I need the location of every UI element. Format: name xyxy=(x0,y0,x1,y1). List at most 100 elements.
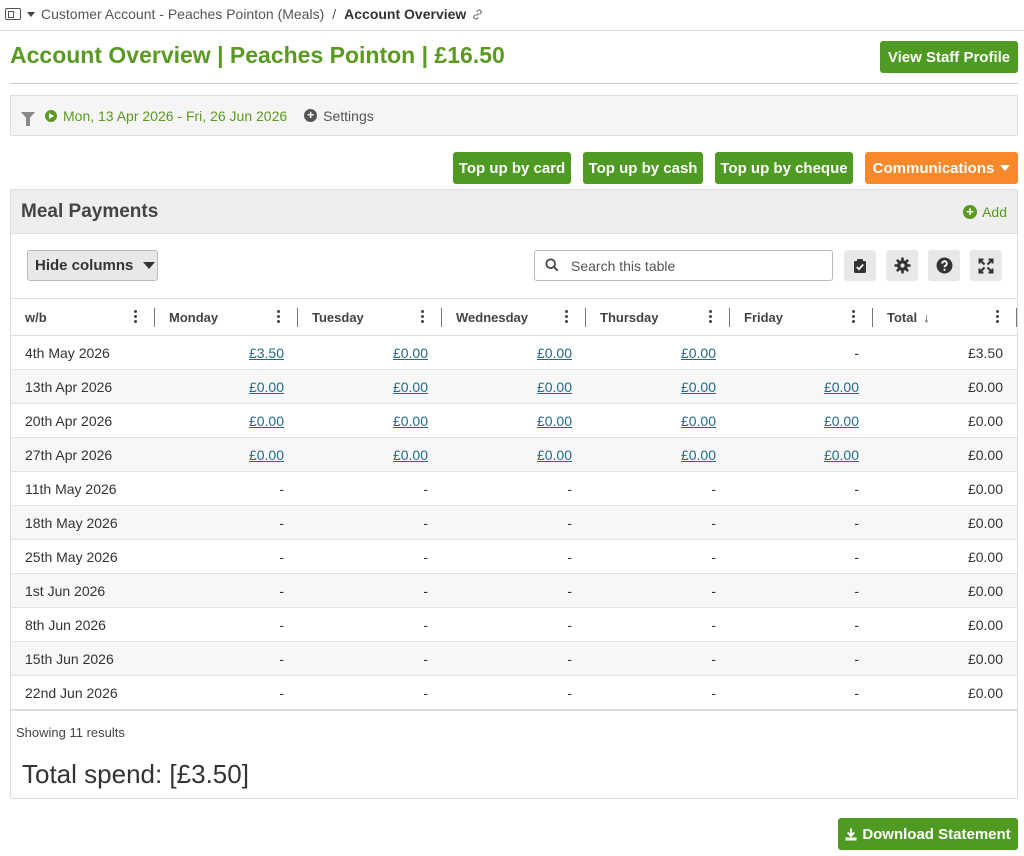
column-menu-icon[interactable] xyxy=(134,310,137,323)
amount-link[interactable]: £0.00 xyxy=(824,447,859,463)
week-cell: 20th Apr 2026 xyxy=(11,403,155,438)
amount-cell: £3.50 xyxy=(873,335,1017,370)
amount-link[interactable]: £0.00 xyxy=(393,413,428,429)
amount-cell: - xyxy=(586,573,730,608)
column-header-tuesday[interactable]: Tuesday xyxy=(298,298,442,336)
amount-cell: - xyxy=(155,607,298,642)
amount-cell: - xyxy=(730,573,873,608)
amount-cell: £0.00 xyxy=(873,641,1017,676)
table-row: 18th May 2026- - - - - £0.00 xyxy=(11,505,1017,540)
breadcrumb-parent[interactable]: Customer Account - Peaches Pointon (Meal… xyxy=(41,6,324,22)
amount-link[interactable]: £0.00 xyxy=(249,413,284,429)
amount-cell: £0.00 xyxy=(298,403,442,438)
amount-cell: - xyxy=(298,573,442,608)
amount-link[interactable]: £0.00 xyxy=(393,345,428,361)
amount-cell: - xyxy=(155,641,298,676)
column-divider[interactable] xyxy=(1016,308,1017,327)
link-icon[interactable] xyxy=(471,8,484,21)
amount-link[interactable]: £0.00 xyxy=(681,413,716,429)
column-menu-icon[interactable] xyxy=(277,310,280,323)
top-up-cheque-button[interactable]: Top up by cheque xyxy=(715,152,853,184)
expand-icon xyxy=(978,258,994,273)
amount-cell: - xyxy=(442,471,586,506)
column-header-label: Monday xyxy=(169,309,219,325)
column-header-monday[interactable]: Monday xyxy=(155,298,298,336)
amount-cell: £3.50 xyxy=(155,335,298,370)
amount-cell: £0.00 xyxy=(873,675,1017,710)
column-header-label: w/b xyxy=(25,309,47,325)
search-input[interactable]: Search this table xyxy=(534,250,833,281)
amount-cell: - xyxy=(155,471,298,506)
column-header-label: Tuesday xyxy=(312,309,364,325)
table-row: 1st Jun 2026- - - - - £0.00 xyxy=(11,573,1017,608)
top-up-card-button[interactable]: Top up by card xyxy=(453,152,571,184)
settings-link[interactable]: Settings xyxy=(323,108,374,124)
amount-link[interactable]: £0.00 xyxy=(681,447,716,463)
panel-title: Meal Payments xyxy=(21,200,159,222)
communications-button[interactable]: Communications xyxy=(865,152,1018,184)
results-count: Showing 11 results xyxy=(16,725,125,740)
amount-link[interactable]: £0.00 xyxy=(537,413,572,429)
fullscreen-button[interactable] xyxy=(970,250,1002,281)
amount-link[interactable]: £0.00 xyxy=(537,447,572,463)
date-range-filter[interactable]: Mon, 13 Apr 2026 - Fri, 26 Jun 2026 xyxy=(63,108,287,124)
amount-cell: £0.00 xyxy=(442,437,586,472)
top-up-cash-button[interactable]: Top up by cash xyxy=(583,152,703,184)
chevron-down-icon xyxy=(143,262,156,269)
amount-cell: - xyxy=(298,539,442,574)
column-menu-icon[interactable] xyxy=(565,310,568,323)
column-menu-icon[interactable] xyxy=(852,310,855,323)
meal-payments-table: w/b Monday Tuesday Wednesday Thursday Friday T… xyxy=(11,298,1017,710)
table-body: 4th May 2026 £3.50 £0.00 £0.00 £0.00- £3.50 13… xyxy=(11,335,1017,710)
column-header-wednesday[interactable]: Wednesday xyxy=(442,298,586,336)
amount-link[interactable]: £0.00 xyxy=(681,379,716,395)
week-cell: 4th May 2026 xyxy=(11,335,155,370)
amount-link[interactable]: £0.00 xyxy=(824,379,859,395)
hide-columns-button[interactable]: Hide columns xyxy=(27,250,158,281)
amount-link[interactable]: £0.00 xyxy=(537,379,572,395)
amount-link[interactable]: £0.00 xyxy=(393,447,428,463)
select-button[interactable] xyxy=(844,250,876,281)
amount-cell: - xyxy=(730,641,873,676)
column-header-friday[interactable]: Friday xyxy=(730,298,873,336)
column-header-total[interactable]: Total ↓ xyxy=(873,298,1017,336)
help-button[interactable] xyxy=(928,250,960,281)
column-menu-icon[interactable] xyxy=(421,310,424,323)
download-statement-button[interactable]: Download Statement xyxy=(838,818,1018,850)
clipboard-check-icon xyxy=(854,258,866,273)
amount-link[interactable]: £0.00 xyxy=(537,345,572,361)
chevron-down-icon xyxy=(1000,165,1011,171)
table-row: 22nd Jun 2026- - - - - £0.00 xyxy=(11,675,1017,710)
column-header-label: Friday xyxy=(744,309,784,325)
column-menu-icon[interactable] xyxy=(996,310,999,323)
table-row: 13th Apr 2026 £0.00 £0.00 £0.00 £0.00 £0.00 £0… xyxy=(11,369,1017,404)
amount-link[interactable]: £3.50 xyxy=(249,345,284,361)
table-row: 11th May 2026- - - - - £0.00 xyxy=(11,471,1017,506)
amount-link[interactable]: £0.00 xyxy=(681,345,716,361)
week-cell: 11th May 2026 xyxy=(11,471,155,506)
divider xyxy=(0,30,1024,31)
view-staff-profile-button[interactable]: View Staff Profile xyxy=(880,41,1018,73)
amount-link[interactable]: £0.00 xyxy=(824,413,859,429)
sidebar-toggle-icon[interactable] xyxy=(5,8,21,20)
amount-link[interactable]: £0.00 xyxy=(249,447,284,463)
download-icon xyxy=(845,828,857,840)
amount-link[interactable]: £0.00 xyxy=(249,379,284,395)
column-menu-icon[interactable] xyxy=(709,310,712,323)
breadcrumb: Customer Account - Peaches Pointon (Meal… xyxy=(0,0,1024,28)
amount-cell: - xyxy=(442,573,586,608)
column-header-label: Wednesday xyxy=(456,309,529,325)
amount-cell: - xyxy=(586,641,730,676)
add-button[interactable]: + Add xyxy=(963,204,1007,220)
divider xyxy=(11,709,1017,711)
sort-arrow-icon[interactable]: ↓ xyxy=(923,310,930,325)
chevron-down-icon[interactable] xyxy=(27,11,35,17)
settings-button[interactable] xyxy=(886,250,918,281)
amount-link[interactable]: £0.00 xyxy=(393,379,428,395)
amount-cell: £0.00 xyxy=(298,369,442,404)
column-header-w-b[interactable]: w/b xyxy=(11,298,155,336)
amount-cell: - xyxy=(730,505,873,540)
column-header-thursday[interactable]: Thursday xyxy=(586,298,730,336)
amount-cell: - xyxy=(155,539,298,574)
filter-icon[interactable] xyxy=(21,111,35,126)
